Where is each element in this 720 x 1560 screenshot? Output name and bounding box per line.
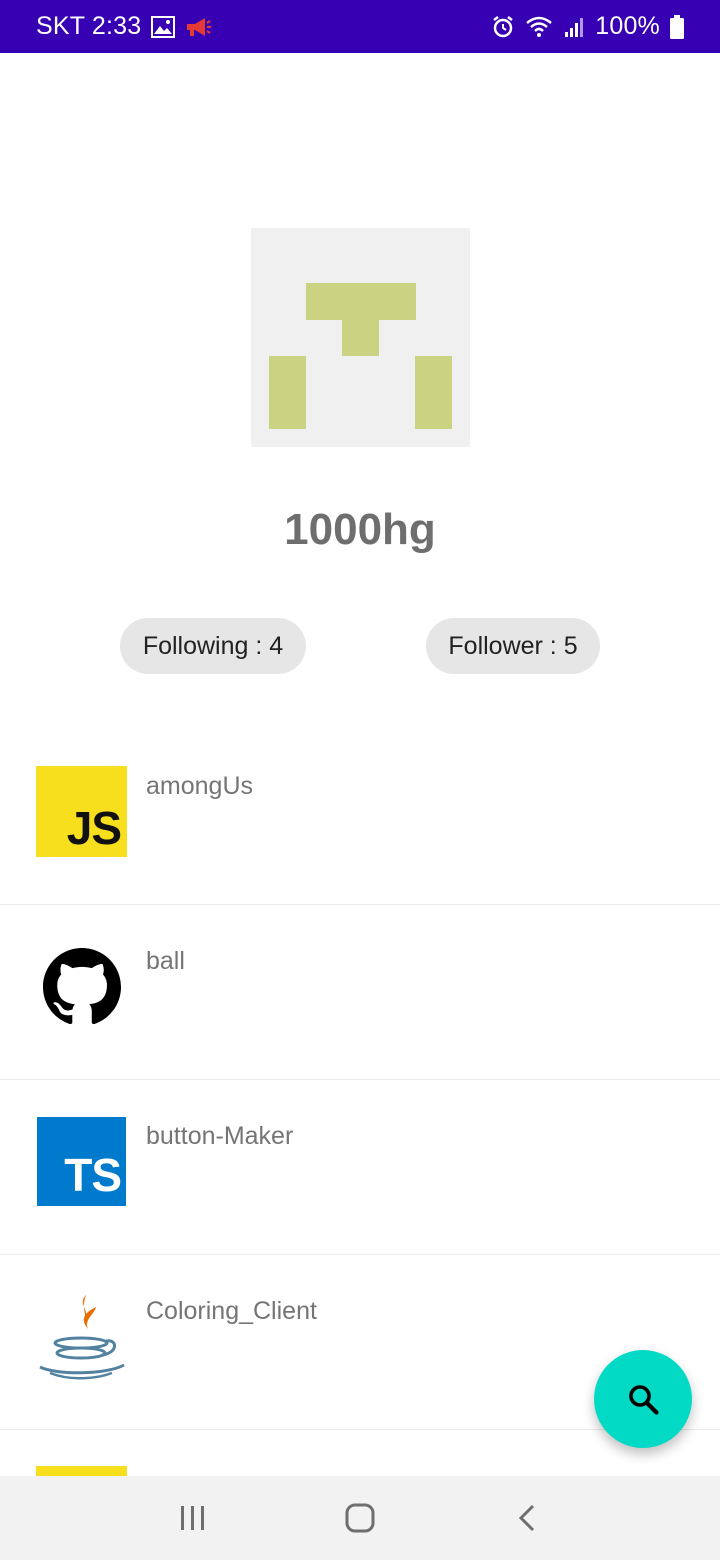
repo-name: amongUs xyxy=(146,772,253,800)
repo-name: Coloring_Client xyxy=(146,1297,317,1325)
recent-apps-button[interactable] xyxy=(163,1488,223,1548)
wifi-icon xyxy=(525,16,553,38)
ts-badge-text: TS xyxy=(64,1149,122,1201)
alarm-icon xyxy=(491,15,515,39)
repo-name: button-Maker xyxy=(146,1122,294,1150)
megaphone-icon xyxy=(185,16,212,38)
username: 1000hg xyxy=(284,505,436,554)
search-fab-button[interactable] xyxy=(594,1350,692,1448)
typescript-icon: TS xyxy=(36,1116,127,1207)
repo-name: ball xyxy=(146,947,185,975)
status-bar: SKT 2:33 100% xyxy=(0,0,720,53)
js-badge-text: JS xyxy=(66,802,122,854)
repo-item-button-maker[interactable]: TS button-Maker xyxy=(0,1080,720,1255)
home-button[interactable] xyxy=(330,1488,390,1548)
battery-percent: 100% xyxy=(595,12,660,40)
follower-button[interactable]: Follower : 5 xyxy=(426,618,600,674)
repo-item-ball[interactable]: ball xyxy=(0,905,720,1080)
avatar xyxy=(251,228,470,447)
identicon-avatar xyxy=(269,283,452,429)
java-icon xyxy=(36,1291,127,1382)
status-left: SKT 2:33 xyxy=(36,12,212,41)
battery-icon xyxy=(670,14,684,39)
carrier-time: SKT 2:33 xyxy=(36,12,142,40)
signal-icon xyxy=(563,16,585,38)
github-icon xyxy=(36,941,127,1032)
following-button[interactable]: Following : 4 xyxy=(120,618,306,674)
status-right: 100% xyxy=(491,12,684,41)
recent-apps-icon xyxy=(181,1506,205,1530)
back-button[interactable] xyxy=(497,1488,557,1548)
home-icon xyxy=(345,1503,375,1533)
back-icon xyxy=(518,1504,534,1532)
gallery-icon xyxy=(151,15,176,38)
navigation-bar xyxy=(0,1476,720,1560)
search-icon xyxy=(629,1385,659,1415)
javascript-icon: JS xyxy=(36,766,127,857)
repo-item-amongus[interactable]: JS amongUs xyxy=(0,730,720,905)
